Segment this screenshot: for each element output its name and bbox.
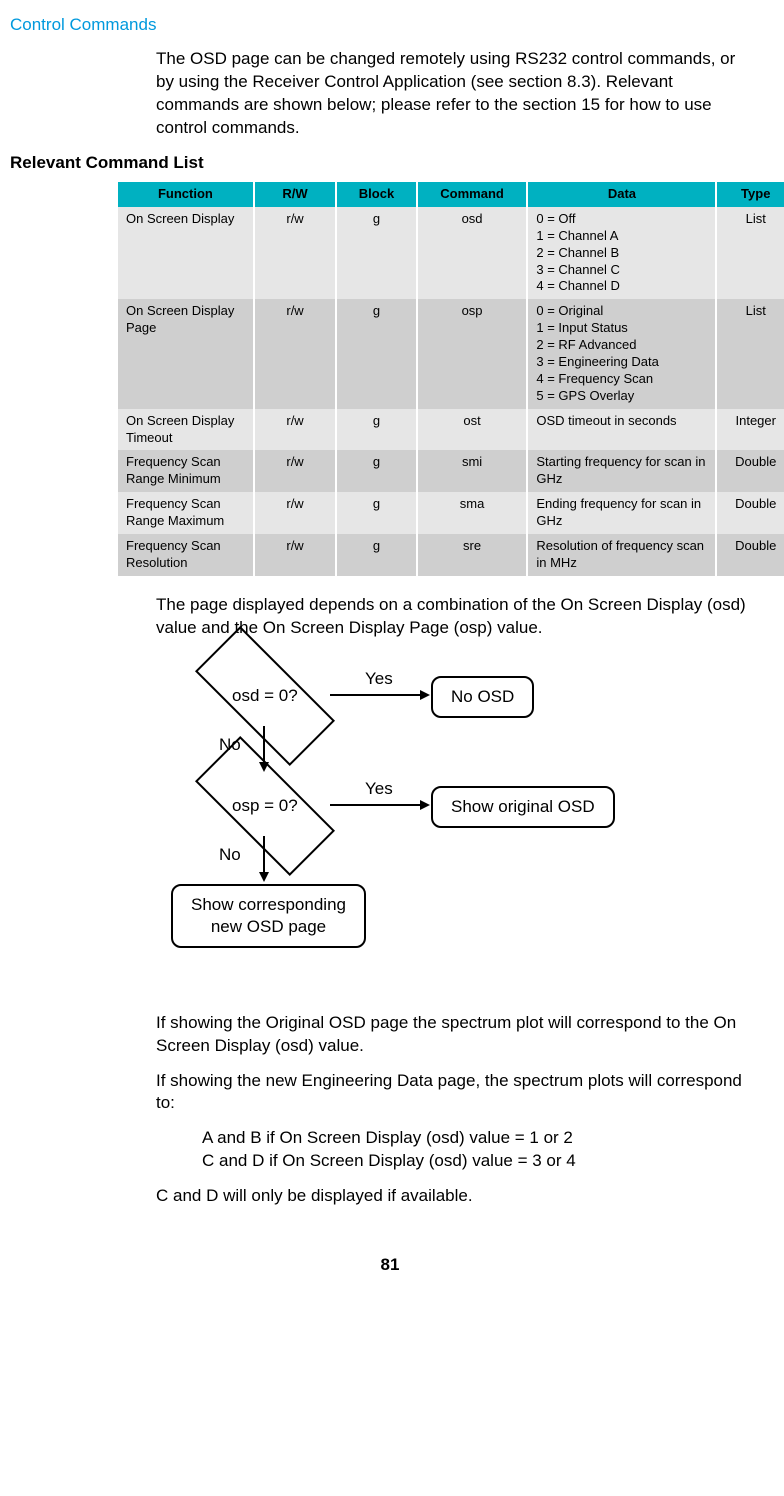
table-cell: 0 = Off 1 = Channel A 2 = Channel B 3 = … (528, 207, 715, 299)
table-cell: g (337, 409, 415, 451)
table-cell: g (337, 299, 415, 408)
th-data: Data (528, 182, 715, 207)
table-cell: Frequency Scan Resolution (118, 534, 253, 576)
label-yes-1: Yes (365, 668, 393, 690)
table-cell: List (717, 207, 784, 299)
table-cell: sma (418, 492, 527, 534)
table-row: On Screen Displayr/wgosd0 = Off 1 = Chan… (118, 207, 784, 299)
table-cell: On Screen Display Page (118, 299, 253, 408)
decision-osp: osp = 0? (232, 795, 298, 817)
table-cell: List (717, 299, 784, 408)
th-function: Function (118, 182, 253, 207)
table-cell: g (337, 450, 415, 492)
table-cell: r/w (255, 534, 335, 576)
table-cell: OSD timeout in seconds (528, 409, 715, 451)
table-cell: Frequency Scan Range Minimum (118, 450, 253, 492)
table-cell: r/w (255, 207, 335, 299)
line-ab: A and B if On Screen Display (osd) value… (202, 1127, 750, 1150)
box-no-osd: No OSD (431, 676, 534, 718)
table-row: On Screen Display Pager/wgosp0 = Origina… (118, 299, 784, 408)
table-cell: Ending frequency for scan in GHz (528, 492, 715, 534)
table-cell: r/w (255, 450, 335, 492)
box-show-new: Show corresponding new OSD page (171, 884, 366, 948)
section-title: Control Commands (10, 14, 770, 36)
table-cell: r/w (255, 409, 335, 451)
table-cell: g (337, 207, 415, 299)
label-no-2: No (219, 844, 241, 866)
table-cell: Double (717, 450, 784, 492)
table-row: Frequency Scan Range Minimumr/wgsmiStart… (118, 450, 784, 492)
table-cell: r/w (255, 492, 335, 534)
box-show-original: Show original OSD (431, 786, 615, 828)
table-cell: On Screen Display (118, 207, 253, 299)
table-cell: On Screen Display Timeout (118, 409, 253, 451)
decision-osd: osd = 0? (232, 685, 298, 707)
th-rw: R/W (255, 182, 335, 207)
table-cell: Starting frequency for scan in GHz (528, 450, 715, 492)
table-cell: Integer (717, 409, 784, 451)
flowchart: osd = 0? Yes No OSD No osp = 0? Yes Show… (155, 658, 625, 998)
page-number: 81 (10, 1254, 770, 1276)
table-heading: Relevant Command List (10, 152, 770, 174)
table-cell: Resolution of frequency scan in MHz (528, 534, 715, 576)
label-yes-2: Yes (365, 778, 393, 800)
table-cell: Double (717, 534, 784, 576)
table-cell: g (337, 534, 415, 576)
table-cell: ost (418, 409, 527, 451)
th-block: Block (337, 182, 415, 207)
table-cell: osd (418, 207, 527, 299)
intro-paragraph: The OSD page can be changed remotely usi… (156, 48, 750, 140)
th-command: Command (418, 182, 527, 207)
line-cd: C and D if On Screen Display (osd) value… (202, 1150, 750, 1173)
table-cell: sre (418, 534, 527, 576)
p-new-eng: If showing the new Engineering Data page… (156, 1070, 750, 1116)
p-original-osd: If showing the Original OSD page the spe… (156, 1012, 750, 1058)
command-table: Function R/W Block Command Data Type On … (116, 182, 784, 576)
table-cell: smi (418, 450, 527, 492)
th-type: Type (717, 182, 784, 207)
table-row: On Screen Display Timeoutr/wgostOSD time… (118, 409, 784, 451)
table-cell: r/w (255, 299, 335, 408)
table-cell: g (337, 492, 415, 534)
table-cell: osp (418, 299, 527, 408)
table-row: Frequency Scan Resolutionr/wgsreResoluti… (118, 534, 784, 576)
p-cd-available: C and D will only be displayed if availa… (156, 1185, 750, 1208)
table-cell: Double (717, 492, 784, 534)
table-cell: 0 = Original 1 = Input Status 2 = RF Adv… (528, 299, 715, 408)
table-row: Frequency Scan Range Maximumr/wgsmaEndin… (118, 492, 784, 534)
table-cell: Frequency Scan Range Maximum (118, 492, 253, 534)
